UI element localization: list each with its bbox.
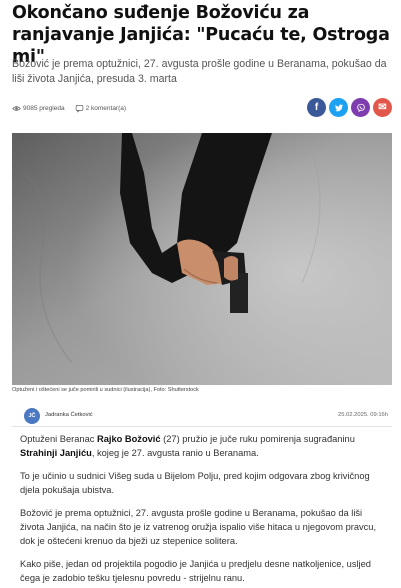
comments-count: 2 komentar(a)	[85, 104, 127, 112]
eye-icon	[12, 105, 21, 111]
views-counter: 9085 pregleda	[12, 104, 65, 113]
author-bar: JČ Jadranka Ćetković 25.02.2025. 09:16h	[12, 405, 392, 427]
share-buttons: f ✉	[307, 98, 392, 117]
author-name[interactable]: Jadranka Ćetković	[45, 412, 93, 418]
views-count: 9085 pregleda	[23, 104, 65, 112]
email-share-button[interactable]: ✉	[373, 98, 392, 117]
person-name: Strahinji Janjiću	[20, 447, 92, 458]
photo-caption: Optuženi i oštećeni se juče pomirili u s…	[12, 387, 199, 393]
article-meta: 9085 pregleda 2 komentar(a)	[12, 101, 126, 115]
body-paragraph: Božović je prema optužnici, 27. avgusta …	[20, 508, 377, 546]
envelope-icon: ✉	[378, 102, 387, 113]
body-paragraph: Optuženi Beranac Rajko Božović (27) pruž…	[20, 434, 355, 458]
hand-holding-pistol-image	[12, 133, 392, 385]
facebook-share-button[interactable]: f	[307, 98, 326, 117]
twitter-icon	[334, 104, 343, 111]
twitter-share-button[interactable]	[329, 98, 348, 117]
article-body: Optuženi Beranac Rajko Božović (27) pruž…	[20, 433, 386, 588]
facebook-icon: f	[314, 102, 319, 113]
body-paragraph: To je učinio u sudnici Višeg suda u Bije…	[20, 471, 370, 495]
body-paragraph: Kako piše, jedan od projektila pogodio j…	[20, 559, 371, 584]
comments-link[interactable]: 2 komentar(a)	[75, 104, 126, 113]
article-lead: Božović je prema optužnici, 27. avgusta …	[12, 58, 387, 85]
person-name: Rajko Božović	[97, 434, 161, 444]
article-photo	[12, 133, 392, 385]
publish-date: 25.02.2025. 09:16h	[338, 412, 388, 418]
viber-share-button[interactable]	[351, 98, 370, 117]
author-avatar: JČ	[24, 408, 40, 424]
viber-icon	[356, 103, 365, 112]
comment-icon	[75, 104, 83, 113]
